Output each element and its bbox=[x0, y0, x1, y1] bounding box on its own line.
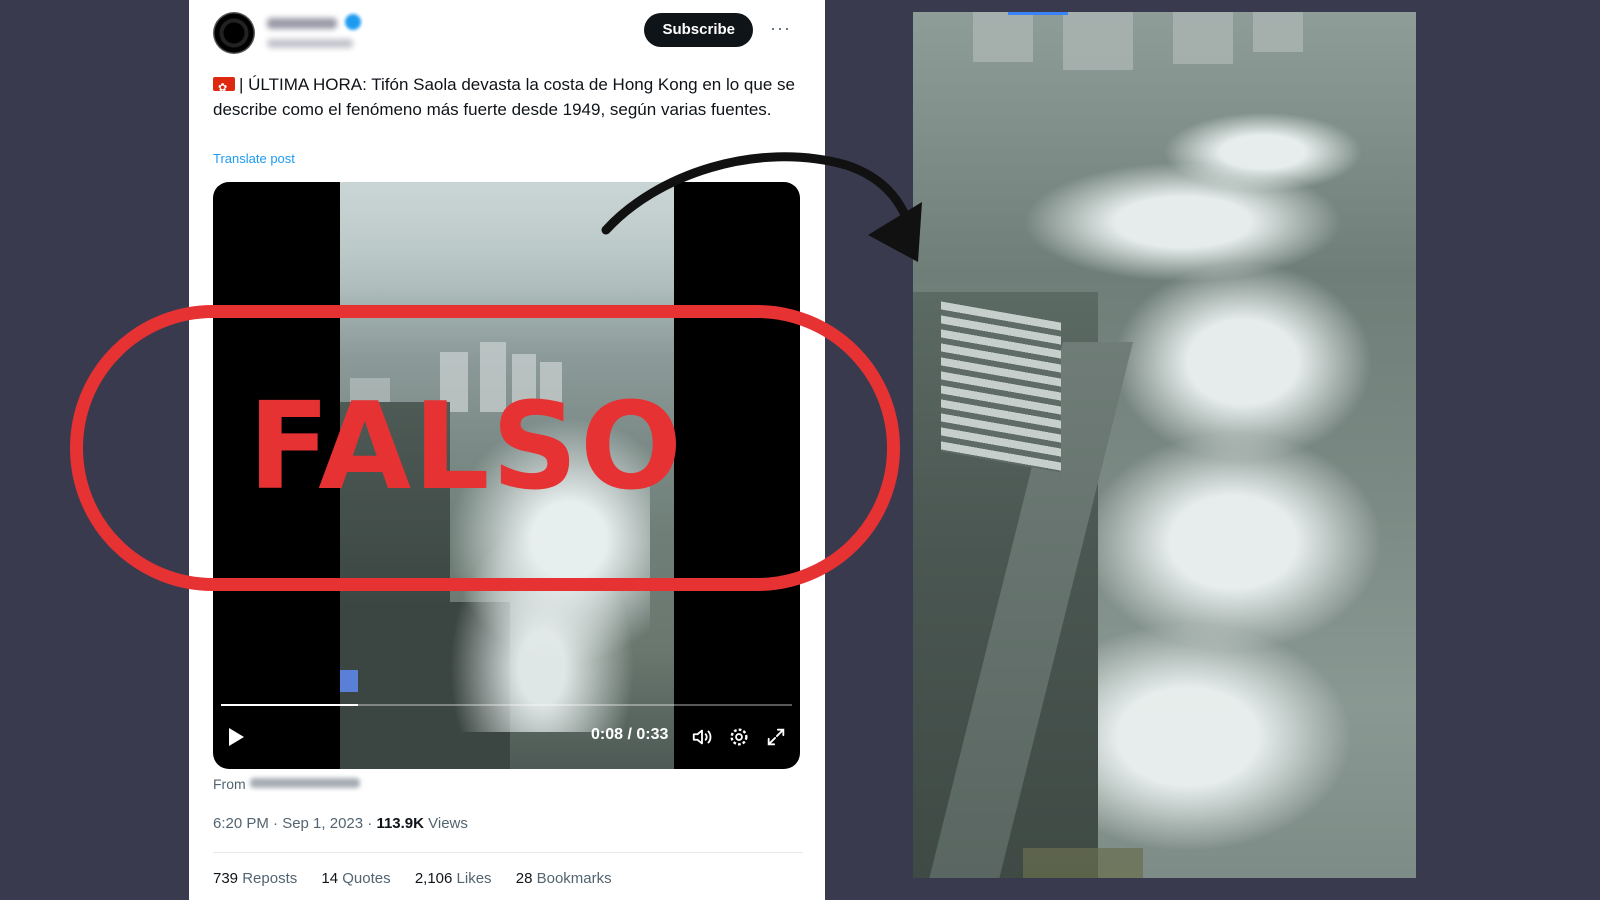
verified-badge-icon bbox=[345, 14, 361, 30]
gear-icon[interactable] bbox=[728, 726, 750, 748]
translate-post-link[interactable]: Translate post bbox=[213, 151, 295, 166]
stat-bookmarks[interactable]: 28 Bookmarks bbox=[516, 870, 612, 887]
fullscreen-icon[interactable] bbox=[765, 726, 787, 748]
avatar[interactable] bbox=[213, 12, 255, 54]
play-icon[interactable] bbox=[229, 728, 244, 746]
tweet-header: Subscribe ··· bbox=[213, 12, 803, 56]
volume-icon[interactable] bbox=[691, 726, 713, 748]
subscribe-button[interactable]: Subscribe bbox=[644, 13, 753, 47]
stat-likes[interactable]: 2,106 Likes bbox=[415, 870, 492, 887]
video-progress-fill bbox=[221, 704, 359, 706]
video-progress-bar[interactable] bbox=[221, 704, 792, 706]
video-time: 0:08 / 0:33 bbox=[591, 726, 669, 743]
video-controls: 0:08 / 0:33 bbox=[213, 718, 800, 758]
hong-kong-flag-icon bbox=[213, 76, 235, 101]
blurred-username bbox=[267, 14, 357, 52]
tweet-stats: 739 Reposts 14 Quotes 2,106 Likes 28 Boo… bbox=[213, 870, 632, 887]
falso-stamp-label: FALSO bbox=[248, 378, 684, 517]
tweet-text: | ÚLTIMA HORA: Tifón Saola devasta la co… bbox=[213, 75, 795, 119]
stat-reposts[interactable]: 739 Reposts bbox=[213, 870, 297, 887]
top-accent-line bbox=[1008, 12, 1068, 15]
divider bbox=[213, 852, 803, 853]
tweet-text-block: | ÚLTIMA HORA: Tifón Saola devasta la co… bbox=[213, 72, 803, 122]
comparison-photo bbox=[913, 12, 1416, 878]
more-options-icon[interactable]: ··· bbox=[770, 16, 791, 40]
video-source: From bbox=[213, 776, 360, 792]
stat-quotes[interactable]: 14 Quotes bbox=[321, 870, 390, 887]
views-count: 113.9K bbox=[376, 815, 424, 832]
blurred-source-name bbox=[249, 778, 360, 788]
views-label: Views bbox=[423, 815, 468, 832]
tweet-meta: 6:20 PM · Sep 1, 2023 · 113.9K Views bbox=[213, 815, 468, 832]
from-label: From bbox=[213, 776, 246, 792]
tweet-timestamp[interactable]: 6:20 PM · Sep 1, 2023 · bbox=[213, 815, 376, 832]
curved-arrow-icon bbox=[601, 152, 922, 262]
